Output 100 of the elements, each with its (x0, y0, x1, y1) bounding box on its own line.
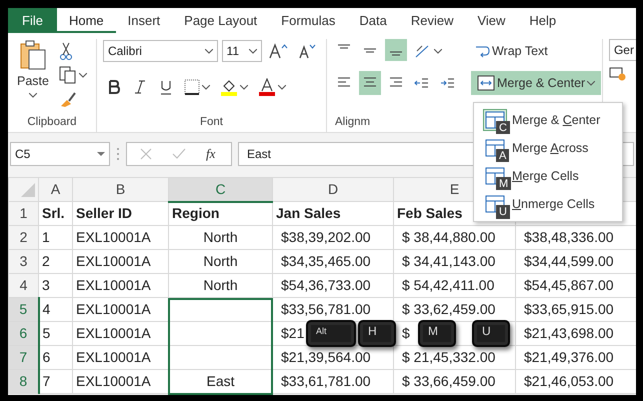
caret-icon (587, 80, 596, 86)
font-color-icon (258, 78, 276, 96)
caret-icon (278, 84, 286, 90)
table-cell: $33,65,915.00 (524, 301, 614, 317)
table-cell: $ 38,44,880.00 (402, 229, 496, 245)
scissors-icon (58, 42, 73, 60)
caret-icon (202, 84, 210, 90)
table-cell: EXL10001A (76, 229, 151, 245)
table-cell: North (203, 253, 238, 269)
number-format-field[interactable]: Ger (608, 39, 636, 61)
group-label: Alignm (334, 116, 370, 128)
align-lines-icon (338, 44, 350, 49)
caret-icon (434, 48, 442, 54)
keyboard-key: H (358, 320, 396, 347)
table-cell: $21,49,376.00 (524, 349, 614, 365)
table-cell: $21,43,698.00 (524, 325, 614, 341)
table-cell: $33,56,781.00 (281, 301, 371, 317)
borders-icon (184, 79, 200, 95)
font-name-field[interactable]: Calibri (102, 40, 218, 62)
table-cell: 1 (42, 229, 50, 245)
table-cell: 7 (42, 373, 50, 389)
table-cell: EXL10001A (76, 373, 151, 389)
keytip: A (496, 149, 510, 163)
keytip: U (496, 205, 510, 219)
caret-icon (78, 72, 87, 78)
menu-item[interactable]: Merge Cells M (474, 162, 622, 190)
ribbon-tab[interactable]: File (8, 8, 57, 33)
check-icon (172, 148, 186, 160)
font-size-field[interactable]: 11 (222, 40, 262, 62)
select-all-icon (21, 183, 35, 198)
keytip: M (496, 177, 512, 191)
table-cell: $ 54,42,411.00 (402, 277, 494, 293)
merge-center-button[interactable]: Merge & Center (470, 71, 602, 95)
table-cell: North (203, 229, 238, 245)
table-cell: $38,48,336.00 (524, 229, 614, 245)
table-cell: $ 34,41,143.00 (402, 253, 496, 269)
table-cell: 4 (42, 301, 50, 317)
table-cell: $21,46,053.00 (524, 373, 614, 389)
row-header[interactable]: 7 (8, 346, 38, 370)
row-header[interactable]: 3 (8, 250, 38, 274)
table-cell: EXL10001A (76, 325, 151, 341)
wrap-text-button[interactable]: Wrap Text (470, 39, 602, 63)
row-header[interactable]: 2 (8, 226, 38, 250)
table-cell: EXL10001A (76, 301, 151, 317)
table-cell: 6 (42, 349, 50, 365)
table-cell: $33,61,781.00 (281, 373, 371, 389)
group-label: Clipboard (26, 115, 78, 130)
grip-icon (116, 147, 120, 161)
table-cell: East (206, 373, 234, 389)
row-header[interactable]: 8 (8, 370, 38, 394)
table-cell: $ 33,66,459.00 (402, 373, 496, 389)
row-header[interactable]: 4 (8, 274, 38, 298)
column-header[interactable]: A (38, 178, 72, 202)
column-header[interactable]: D (272, 178, 394, 202)
align-lines-icon (364, 48, 376, 52)
row-header[interactable]: 1 (8, 202, 38, 226)
shrink-font-icon (298, 43, 317, 59)
table-cell: $ 33,62,459.00 (402, 301, 496, 317)
column-header[interactable]: C (168, 178, 272, 202)
table-cell: 2 (42, 253, 50, 269)
close-icon (140, 148, 152, 160)
table-cell: $21,39,564.00 (281, 349, 371, 365)
align-button[interactable] (358, 71, 381, 95)
menu-item[interactable]: Merge Across A (474, 134, 622, 162)
grow-font-icon (268, 43, 289, 59)
paste-button[interactable]: Paste (14, 39, 52, 109)
group-label: Font (198, 115, 224, 130)
header-cell: Seller ID (72, 202, 168, 226)
table-cell: $54,36,733.00 (281, 277, 371, 293)
menu-item[interactable]: Unmerge Cells U (474, 190, 622, 218)
clipboard-icon (18, 40, 47, 70)
header-cell: Region (168, 202, 272, 226)
row-header[interactable]: 5 (8, 298, 38, 322)
column-header[interactable]: B (72, 178, 168, 202)
table-cell: $34,35,465.00 (281, 253, 371, 269)
table-cell: EXL10001A (76, 349, 151, 365)
keytip: C (496, 121, 510, 135)
table-cell: $ (402, 325, 410, 341)
align-button[interactable] (384, 39, 407, 61)
table-cell: $21 (281, 325, 304, 341)
copy-icon (58, 66, 77, 84)
caret-icon (97, 152, 105, 156)
caret-icon (28, 92, 37, 98)
header-cell: Srl. (38, 202, 72, 226)
caret-icon (240, 84, 248, 90)
table-cell: $ 21,45,332.00 (402, 349, 496, 365)
table-cell: North (203, 277, 238, 293)
keyboard-key: Alt (306, 320, 356, 347)
table-cell: $34,44,599.00 (524, 253, 614, 269)
table-cell: EXL10001A (76, 277, 151, 293)
table-cell: 5 (42, 325, 50, 341)
merge-cells-icon (476, 75, 495, 91)
insert-function-button[interactable]: fx (203, 142, 218, 166)
table-cell: EXL10001A (76, 253, 151, 269)
row-header[interactable]: 6 (8, 322, 38, 346)
keyboard-key: U (472, 320, 510, 347)
table-cell: $54,45,867.00 (524, 277, 614, 293)
name-box[interactable]: C5 (10, 142, 110, 166)
menu-item[interactable]: Merge & Center C (474, 106, 622, 134)
table-cell: $38,39,202.00 (281, 229, 371, 245)
